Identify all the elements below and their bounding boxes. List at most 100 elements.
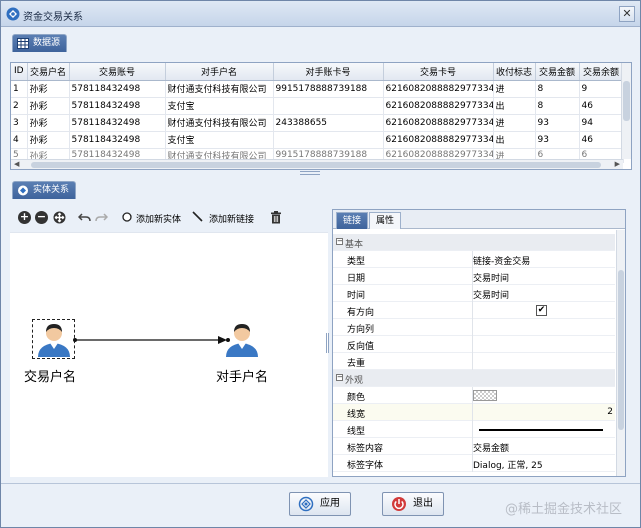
column-header-balance[interactable]: 交易余额 (579, 63, 624, 81)
property-row[interactable]: 线宽 2 (333, 404, 615, 421)
property-key: 标签字体 (347, 461, 384, 471)
minus-icon: − (36, 210, 47, 223)
property-key: 有方向 (347, 308, 375, 318)
property-key: 时间 (347, 291, 366, 301)
property-row[interactable]: 线型 (333, 421, 615, 438)
column-header-account-name[interactable]: 交易户名 (27, 63, 70, 81)
fit-view-icon[interactable] (53, 211, 66, 224)
color-swatch[interactable] (473, 390, 497, 401)
apply-button[interactable]: 应用 (289, 492, 351, 516)
table-cell: 孙彩 (27, 114, 70, 132)
group-basic[interactable]: − 基本 (333, 234, 615, 251)
zoom-out-button[interactable]: − (35, 211, 48, 224)
table-cell: 6216082088882977334 (383, 114, 494, 132)
table-row[interactable]: 1 孙彩 578118432498 财付通支付科技有限公司 9915178888… (11, 80, 624, 98)
add-link-icon[interactable] (192, 211, 204, 223)
horizontal-splitter-handle[interactable] (300, 171, 320, 175)
property-row[interactable]: 标签内容 交易金额 (333, 438, 615, 455)
property-row[interactable]: 颜色 (333, 387, 615, 404)
property-row[interactable]: 类型 链接-资金交易 (333, 251, 615, 268)
properties-scrollbar[interactable] (616, 230, 625, 476)
collapse-icon[interactable]: − (336, 238, 343, 245)
zoom-in-button[interactable]: + (18, 211, 31, 224)
property-row[interactable]: 日期 交易时间 (333, 268, 615, 285)
table-cell: 财付通支付科技有限公司 (165, 114, 274, 132)
property-value[interactable]: Dialog, 正常, 25 (473, 458, 543, 471)
scroll-right-icon[interactable]: ▶ (615, 160, 620, 168)
group-label: 外观 (345, 376, 364, 386)
scrollbar-thumb[interactable] (618, 270, 624, 430)
apply-icon (298, 496, 314, 512)
add-entity-icon[interactable] (122, 212, 132, 222)
table-vertical-scrollbar[interactable] (621, 63, 631, 159)
table-cell: 1 (11, 80, 28, 98)
property-row[interactable]: 标签字体 Dialog, 正常, 25 (333, 455, 615, 472)
table-cell: 94 (579, 114, 624, 132)
add-entity-button[interactable]: 添加新实体 (136, 212, 181, 225)
table-cell: 578118432498 (69, 80, 166, 98)
property-key: 去重 (347, 359, 366, 369)
delete-icon[interactable] (270, 211, 282, 224)
table-horizontal-scrollbar[interactable]: ◀ ▶ (11, 159, 623, 169)
group-appearance[interactable]: − 外观 (333, 370, 615, 387)
source-node-label: 交易户名 (24, 370, 77, 385)
table-cell: 支付宝 (165, 97, 274, 115)
table-cell: 93 (535, 131, 580, 149)
property-value[interactable]: 交易时间 (473, 288, 509, 301)
column-header-counterparty-name[interactable]: 对手户名 (165, 63, 274, 81)
property-row[interactable]: 时间 交易时间 (333, 285, 615, 302)
tab-attributes[interactable]: 属性 (369, 212, 402, 229)
table-cell: 出 (493, 97, 536, 115)
column-header-id[interactable]: ID (11, 63, 28, 81)
table-row[interactable]: 3 孙彩 578118432498 财付通支付科技有限公司 243388655 … (11, 114, 624, 132)
property-row[interactable]: 方向列 (333, 319, 615, 336)
table-cell: 9 (579, 80, 624, 98)
undo-icon[interactable] (78, 211, 91, 224)
scroll-left-icon[interactable]: ◀ (14, 160, 19, 168)
property-key: 日期 (347, 274, 366, 284)
tab-entity-relation[interactable]: 实体关系 (12, 181, 77, 199)
property-value[interactable]: 链接-资金交易 (473, 254, 530, 267)
column-header-card-number[interactable]: 交易卡号 (383, 63, 494, 81)
table-cell: 578118432498 (69, 131, 166, 149)
graph-canvas[interactable]: 交易户名 对手户名 (10, 232, 328, 477)
close-button[interactable]: ✕ (619, 6, 635, 22)
relation-link-line[interactable] (72, 334, 232, 346)
property-row[interactable]: 去重 (333, 353, 615, 370)
property-row[interactable]: 有方向 ✔ (333, 302, 615, 319)
property-row[interactable]: 反向值 (333, 336, 615, 353)
relation-icon (18, 185, 28, 196)
table-cell: 出 (493, 131, 536, 149)
scrollbar-thumb[interactable] (31, 162, 601, 168)
property-key: 线宽 (347, 410, 366, 420)
source-person-icon[interactable] (35, 321, 73, 358)
plus-icon: + (19, 210, 30, 223)
tab-data-source[interactable]: 数据源 (12, 34, 68, 52)
table-row[interactable]: 2 孙彩 578118432498 支付宝 621608208888297733… (11, 97, 624, 115)
property-value[interactable]: 交易时间 (473, 271, 509, 284)
exit-label: 退出 (413, 498, 433, 509)
app-logo-icon (6, 7, 20, 21)
property-value[interactable]: 2 (607, 407, 613, 417)
column-header-counterparty-card[interactable]: 对手账卡号 (273, 63, 384, 81)
vertical-splitter-handle[interactable] (326, 333, 329, 353)
tab-data-source-label: 数据源 (33, 38, 61, 48)
directed-checkbox[interactable]: ✔ (536, 305, 547, 316)
watermark-text: @稀土掘金技术社区 (505, 502, 623, 517)
collapse-icon[interactable]: − (336, 374, 343, 381)
property-value[interactable]: 交易金额 (473, 441, 509, 454)
line-style-preview[interactable] (479, 429, 603, 431)
target-node-label: 对手户名 (216, 370, 269, 385)
column-header-account-number[interactable]: 交易账号 (69, 63, 166, 81)
table-row[interactable]: 4 孙彩 578118432498 支付宝 621608208888297733… (11, 131, 624, 149)
tab-entity-relation-label: 实体关系 (33, 185, 70, 195)
table-cell: 578118432498 (69, 114, 166, 132)
add-link-button[interactable]: 添加新链接 (209, 212, 254, 225)
column-header-direction[interactable]: 收付标志 (493, 63, 536, 81)
tab-link[interactable]: 链接 (336, 212, 369, 229)
redo-icon[interactable] (95, 211, 108, 224)
window-title: 资金交易关系 (23, 12, 83, 23)
column-header-amount[interactable]: 交易金额 (535, 63, 580, 81)
scrollbar-thumb[interactable] (623, 81, 630, 121)
exit-button[interactable]: 退出 (382, 492, 444, 516)
